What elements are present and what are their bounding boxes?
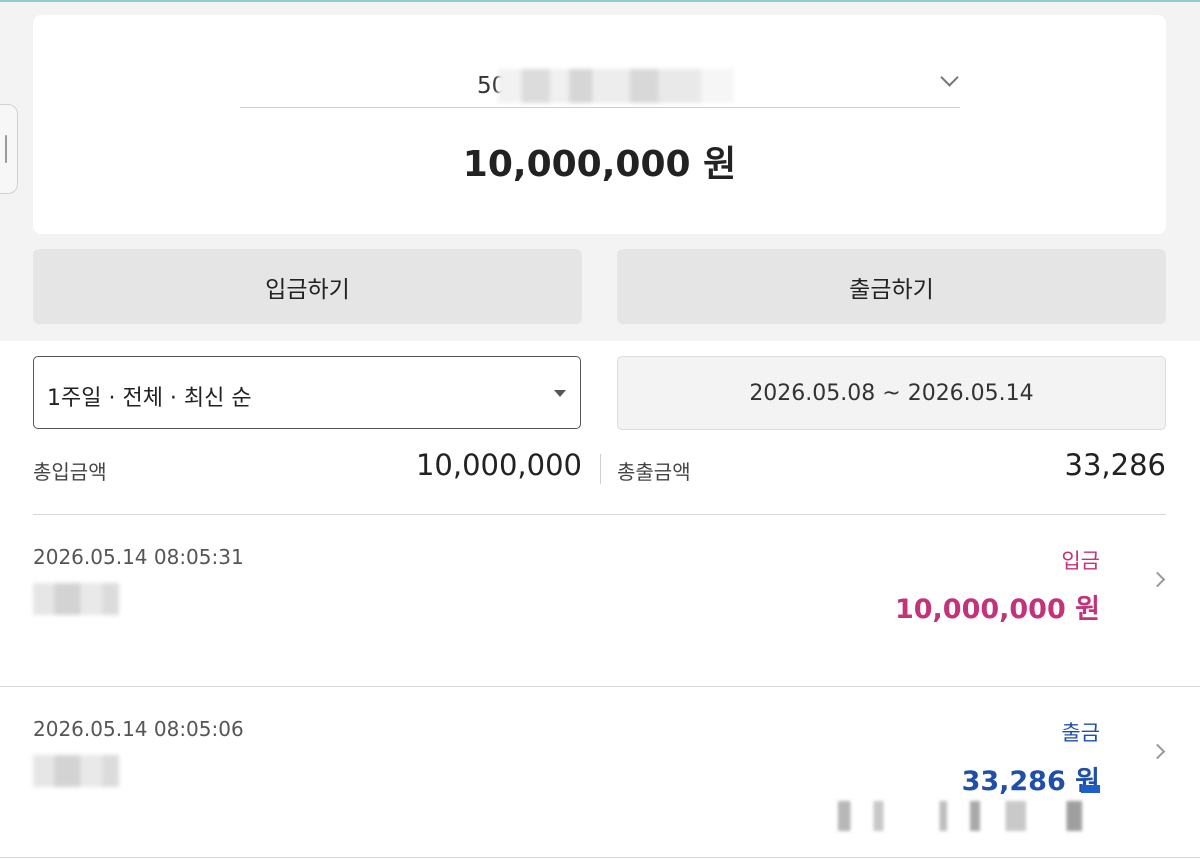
period-filter-select[interactable]: 1주일 · 전체 · 최신 순	[33, 356, 581, 429]
transaction-amount: 33,286 원	[961, 766, 1100, 797]
chevron-right-icon[interactable]	[1149, 571, 1166, 588]
masked-counterparty	[33, 583, 119, 615]
filter-selected-value: 1주일 · 전체 · 최신 순	[47, 386, 252, 411]
masked-account-number	[498, 69, 734, 103]
total-deposit-value: 10,000,000	[415, 448, 582, 482]
transaction-row[interactable]: 2026.05.14 08:05:31 입금 10,000,000 원	[0, 515, 1200, 685]
transaction-datetime: 2026.05.14 08:05:31	[33, 545, 244, 569]
total-deposit-label: 총입금액	[33, 460, 107, 484]
transaction-datetime: 2026.05.14 08:05:06	[33, 717, 244, 741]
transaction-row[interactable]: 2026.05.14 08:05:06 출금 33,286 원	[0, 687, 1200, 857]
account-card: 50 10,000,000 원	[33, 15, 1166, 234]
masked-counterparty	[33, 755, 119, 787]
total-withdraw-value: 33,286	[1064, 448, 1166, 482]
account-balance: 10,000,000 원	[462, 144, 737, 185]
date-range-display[interactable]: 2026.05.08 ~ 2026.05.14	[617, 356, 1166, 430]
bottom-separator	[0, 857, 1200, 858]
withdraw-button[interactable]: 출금하기	[617, 249, 1166, 324]
handle-grip	[5, 135, 7, 163]
transaction-amount: 10,000,000 원	[894, 594, 1100, 625]
side-drawer-handle[interactable]	[0, 104, 18, 194]
summary-divider	[600, 454, 601, 484]
caret-down-icon	[554, 390, 566, 397]
total-withdraw-label: 총출금액	[617, 460, 691, 484]
date-range-text: 2026.05.08 ~ 2026.05.14	[749, 380, 1034, 406]
text-selection-cursor	[1081, 785, 1100, 793]
account-selector[interactable]: 50	[240, 59, 960, 108]
masked-memo	[838, 801, 1092, 831]
chevron-right-icon[interactable]	[1149, 743, 1166, 760]
deposit-button[interactable]: 입금하기	[33, 249, 582, 324]
transaction-type: 출금	[1061, 721, 1100, 745]
transaction-type: 입금	[1061, 549, 1100, 573]
chevron-down-icon[interactable]	[940, 68, 959, 87]
